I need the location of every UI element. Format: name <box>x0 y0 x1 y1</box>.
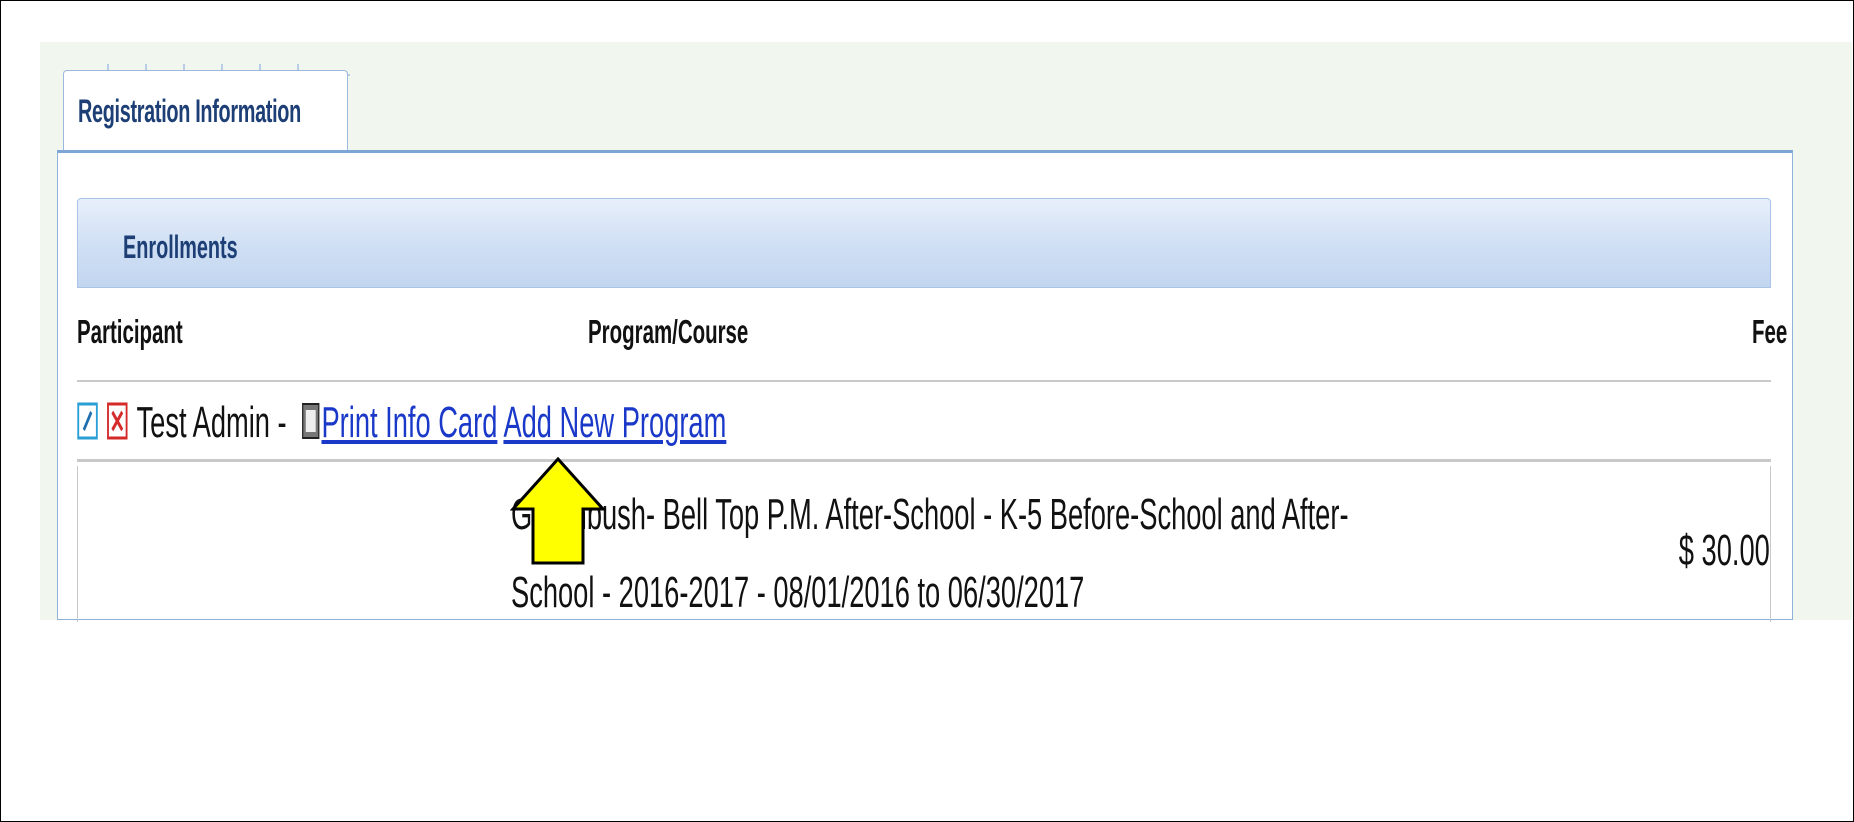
section-title: Enrollments <box>123 229 238 265</box>
participant-name: Test Admin - <box>136 398 287 447</box>
program-course-text: Greenbush- Bell Top P.M. After-School - … <box>511 476 1349 632</box>
course-line-1: Greenbush- Bell Top P.M. After-School - … <box>511 490 1349 539</box>
course-line-2: School - 2016-2017 - 08/01/2016 to 06/30… <box>511 568 1085 617</box>
fee-amount: $ 30.00 <box>1678 526 1770 575</box>
tab-label: Registration Information <box>78 93 301 129</box>
column-header-fee: Fee <box>1752 313 1788 350</box>
column-header-participant: Participant <box>77 313 183 350</box>
add-new-program-link[interactable]: Add New Program <box>503 398 726 447</box>
print-icon[interactable] <box>300 402 321 440</box>
tab-registration-information[interactable]: Registration Information <box>63 70 348 152</box>
print-info-card-link[interactable]: Print Info Card <box>321 398 497 447</box>
enrollments-section-header: Enrollments <box>77 198 1771 288</box>
yellow-arrow-annotation <box>510 456 606 565</box>
column-header-program: Program/Course <box>588 313 749 350</box>
participant-row: Test Admin - Print Info Card Add New Pro… <box>77 380 1771 462</box>
edit-icon[interactable] <box>77 402 98 440</box>
delete-icon[interactable] <box>107 402 128 440</box>
